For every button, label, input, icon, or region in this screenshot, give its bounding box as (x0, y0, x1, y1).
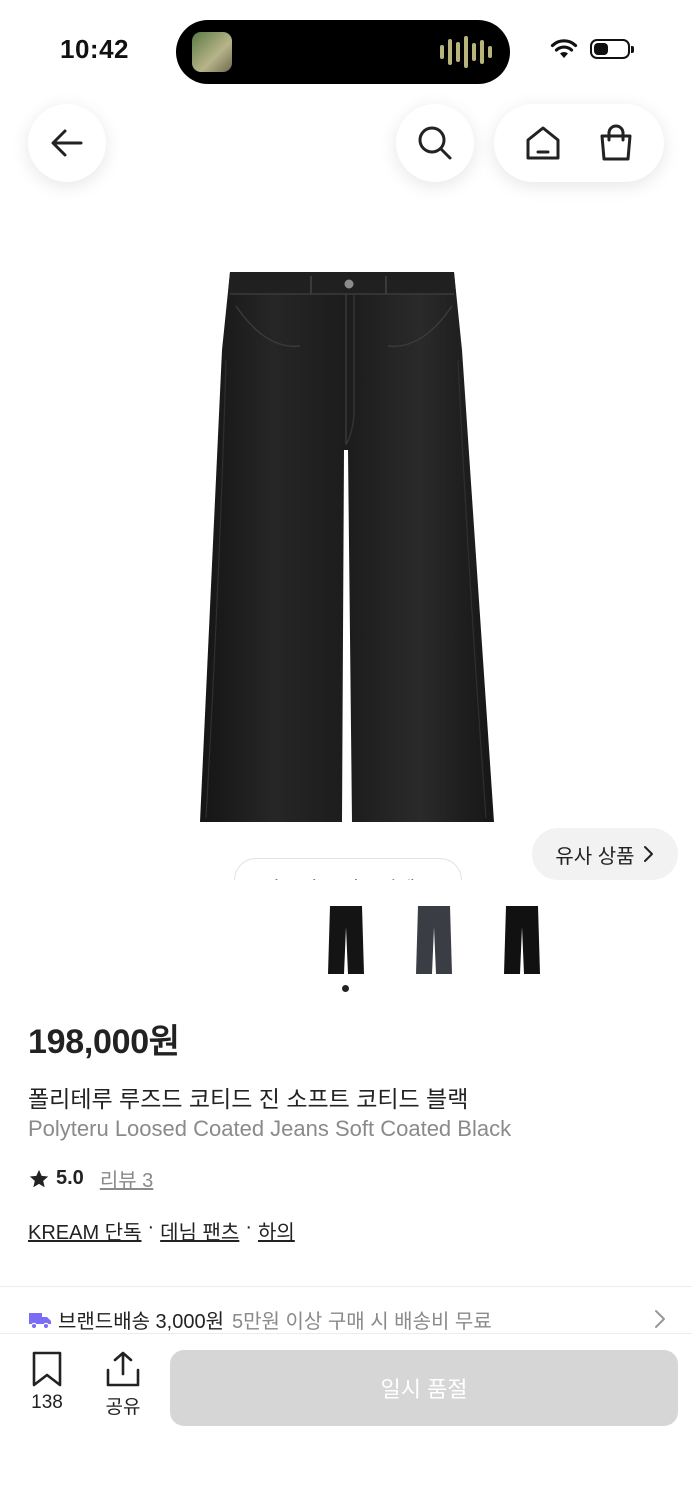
search-icon (418, 126, 452, 160)
share-icon (106, 1351, 140, 1387)
status-time: 10:42 (60, 34, 129, 64)
product-price: 198,000원 (28, 1023, 180, 1061)
tag-link[interactable]: 하의 (258, 1216, 295, 1245)
similar-products-label: 유사 상품 (555, 845, 635, 868)
review-link[interactable]: 리뷰 3 (100, 1164, 153, 1193)
image-thumbnails (316, 900, 552, 980)
jeans-thumbnail-icon (328, 906, 364, 974)
dynamic-island (176, 20, 510, 84)
bottom-action-bar: 138 공유 일시 품절 (0, 1333, 692, 1501)
home-icon (526, 126, 559, 160)
home-button[interactable] (521, 121, 565, 165)
sold-out-button[interactable]: 일시 품절 (170, 1350, 678, 1426)
tag-link[interactable]: KREAM 단독 (28, 1216, 141, 1245)
bookmark-count: 138 (31, 1392, 63, 1413)
home-cart-group (494, 104, 664, 182)
cart-button[interactable] (594, 121, 638, 165)
status-icons (550, 38, 634, 60)
jeans-thumbnail-icon (504, 906, 540, 974)
product-image[interactable] (196, 270, 498, 825)
star-icon (29, 1169, 49, 1187)
shipping-info-row[interactable]: 브랜드배송 3,000원 5만원 이상 구매 시 배송비 무료 (28, 1305, 666, 1334)
tag-separator: · (147, 1216, 155, 1238)
share-label: 공유 (105, 1397, 141, 1418)
arrow-left-icon (51, 129, 83, 157)
thumbnail-1[interactable] (316, 900, 376, 980)
bookmark-icon (32, 1351, 62, 1387)
truck-icon (29, 1312, 51, 1329)
audio-waveform-icon (440, 36, 492, 68)
divider (0, 1286, 692, 1287)
product-rating: 5.0 리뷰 3 (28, 1164, 153, 1193)
share-button[interactable]: 공유 (104, 1350, 142, 1419)
shipping-label: 브랜드배송 3,000원 (58, 1311, 225, 1333)
wifi-icon (550, 39, 578, 58)
jeans-thumbnail-icon (416, 906, 452, 974)
tag-link[interactable]: 데님 팬츠 (160, 1216, 239, 1245)
search-button[interactable] (396, 104, 474, 182)
back-button[interactable] (28, 104, 106, 182)
chevron-right-icon (655, 1310, 665, 1328)
shopping-bag-icon (600, 124, 631, 161)
bookmark-button[interactable]: 138 (30, 1350, 64, 1414)
tag-separator: · (245, 1216, 252, 1238)
product-tags: KREAM 단독 · 데님 팬츠 · 하의 (28, 1216, 295, 1245)
product-name-en: Polyteru Loosed Coated Jeans Soft Coated… (28, 1116, 512, 1141)
chevron-right-icon (643, 846, 653, 862)
carousel-indicator-dot (342, 985, 349, 992)
thumbnail-2[interactable] (404, 900, 464, 980)
thumbnail-3[interactable] (492, 900, 552, 980)
product-name-ko: 폴리테루 루즈드 코티드 진 소프트 코티드 블랙 (28, 1086, 469, 1112)
rating-score: 5.0 (56, 1167, 84, 1189)
shipping-note: 5만원 이상 구매 시 배송비 무료 (232, 1311, 492, 1333)
similar-products-button[interactable]: 유사 상품 (532, 828, 678, 880)
battery-icon (590, 39, 634, 59)
now-playing-artwork (192, 32, 232, 72)
